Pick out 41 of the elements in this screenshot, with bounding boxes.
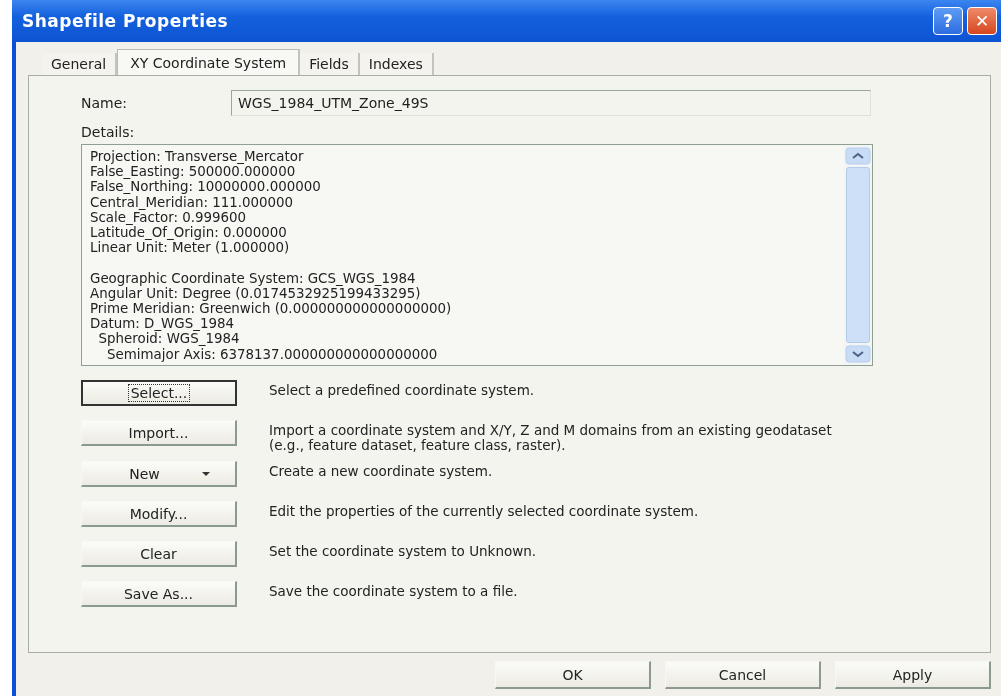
name-field[interactable]: WGS_1984_UTM_Zone_49S [231,90,871,116]
window-title: Shapefile Properties [22,11,229,31]
button-description: Save the coordinate system to a file. [269,582,519,599]
tab[interactable]: General [42,53,118,75]
tab[interactable]: Indexes [359,53,434,75]
details-line: False_Easting: 500000.000000 [90,164,297,180]
details-line: Linear Unit: Meter (1.000000) [90,240,291,256]
caret-icon [201,471,210,476]
action-button[interactable]: New [81,461,237,487]
button-description: Edit the properties of the currently selected coordinate system. [269,502,700,519]
action-button[interactable]: Modify... [81,501,237,527]
button-description: Create a new coordinate system. [269,462,494,479]
action-button[interactable]: Select... [81,380,237,406]
dialog-button[interactable]: OK [495,661,651,689]
details-line: False_Northing: 10000000.000000 [90,179,322,195]
details-box[interactable] [81,144,873,366]
dialog-button[interactable]: Apply [835,661,991,689]
help-button[interactable]: ? [933,7,963,35]
details-line: Latitude_Of_Origin: 0.000000 [90,225,287,241]
details-line: Semimajor Axis: 6378137.000000000000000000 [106,346,439,362]
details-line: Central_Meridian: 111.000000 [90,194,295,210]
details-line: Prime Meridian: Greenwich (0.000000000000000000) [90,301,453,317]
details-line: Spheroid: WGS_1984 [97,331,241,347]
tab[interactable]: Fields [300,53,360,75]
action-button[interactable]: Save As... [81,581,237,607]
details-line: Datum: D_WGS_1984 [90,316,235,332]
tab[interactable]: XY Coordinate System [117,49,301,75]
button-description: Set the coordinate system to Unknown. [269,542,538,559]
dialog-button[interactable]: Cancel [665,661,821,689]
details-line: Scale_Factor: 0.999600 [90,209,248,225]
button-description: Select a predefined coordinate system. [269,381,536,398]
details-line: Angular Unit: Degree (0.0174532925199433295) [90,285,422,301]
scroll-thumb[interactable] [846,167,870,343]
action-button[interactable]: Import... [81,420,237,446]
action-button[interactable]: Clear [81,541,237,567]
details-line: Projection: Transverse_Mercator [90,149,305,165]
name-label: Name: [81,95,129,111]
details-label: Details: [81,124,136,140]
details-line: Geographic Coordinate System: GCS_WGS_1984 [90,270,417,286]
scrollbar[interactable] [844,145,872,365]
button-description: Import a coordinate system and X/Y, Z and M domains from an existing geodataset (e.g., feature dataset, feature class, raster). [269,421,833,453]
